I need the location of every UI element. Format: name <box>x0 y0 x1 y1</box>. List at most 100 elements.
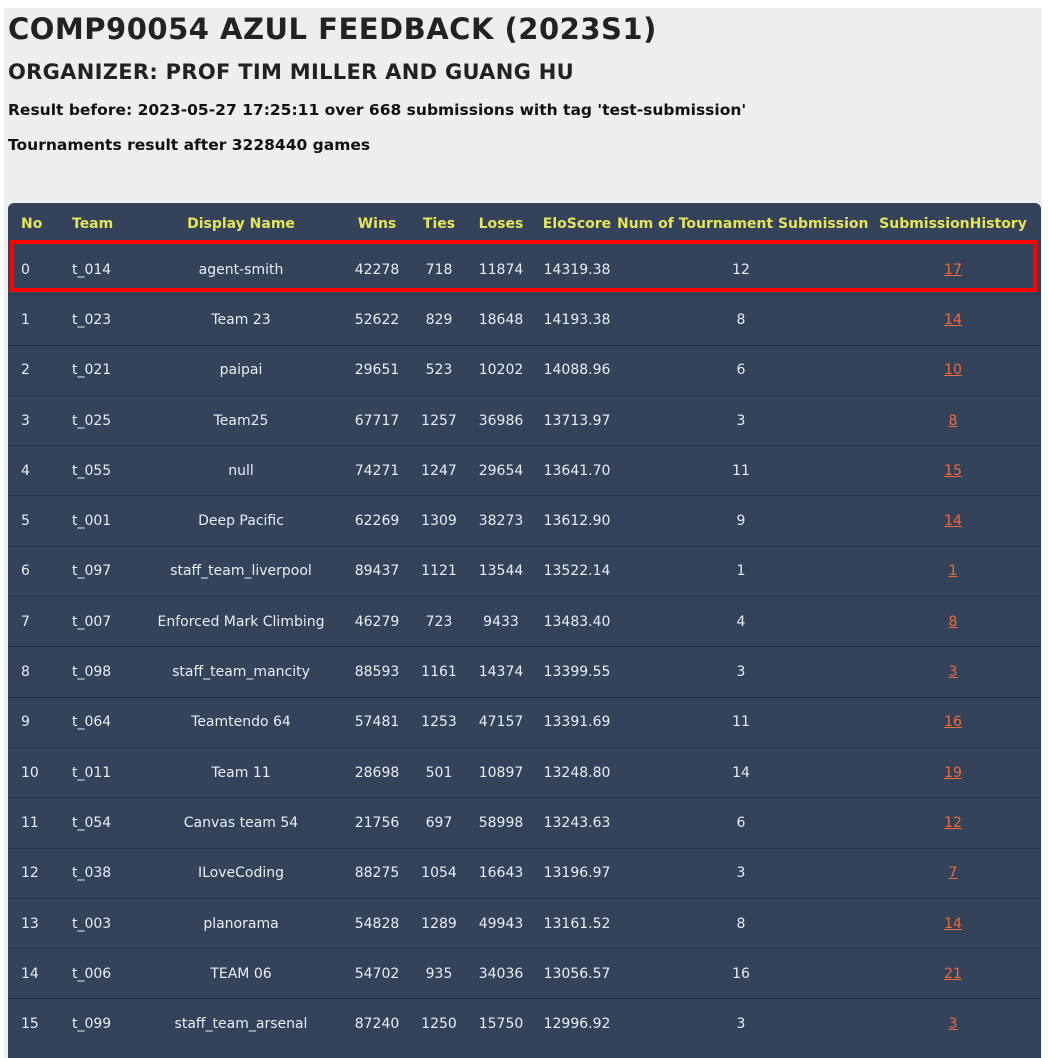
column-header-eloscore: EloScore <box>542 216 612 232</box>
cell-wins: 42278 <box>354 261 400 278</box>
cell-wins: 89437 <box>341 545 413 597</box>
cell-num-submissions: 11 <box>617 445 865 496</box>
submission-history-link[interactable]: 7 <box>949 865 958 881</box>
cell-loses: 11874 <box>478 261 524 278</box>
table-row: 9 t_064 Teamtendo 64 57481 1253 47157 13391.69… <box>8 696 1041 748</box>
cell-num-submissions: 3 <box>617 394 865 446</box>
cell-eloscore: 13391.69 <box>537 696 617 748</box>
cell-wins: 21756 <box>341 797 413 849</box>
cell-display-name: null <box>141 445 341 496</box>
cell-display-name: staff_team_arsenal <box>141 998 341 1049</box>
cell-team: t_099 <box>66 998 141 1049</box>
table-row: 3 t_025 Team25 67717 1257 36986 13713.97 3 8 <box>8 394 1041 446</box>
cell-num-submissions: 1 <box>617 545 865 597</box>
cell-loses: 36986 <box>465 394 537 446</box>
cell-num-submissions: 16 <box>617 948 865 999</box>
submission-history-link[interactable]: 10 <box>944 362 962 378</box>
submission-history-link[interactable]: 3 <box>949 664 958 680</box>
submission-history-link[interactable]: 12 <box>944 815 962 831</box>
cell-submission-history: 3 <box>865 998 1041 1049</box>
table-row: 10 t_011 Team 11 28698 501 10897 13248.80 14 19 <box>8 746 1041 798</box>
cell-wins: 74271 <box>341 445 413 496</box>
cell-num-submissions: 11 <box>617 696 865 748</box>
cell-submission-history: 8 <box>865 394 1041 446</box>
cell-no: 0 <box>21 261 30 278</box>
table-row: 15 t_099 staff_team_arsenal 87240 1250 15750 1… <box>8 998 1041 1049</box>
submission-history-link[interactable]: 15 <box>944 463 962 479</box>
cell-team: t_003 <box>66 897 141 949</box>
cell-eloscore: 13483.40 <box>537 596 617 647</box>
cell-no: 12 <box>8 847 66 899</box>
submission-history-link[interactable]: 16 <box>944 714 962 730</box>
cell-submission-history: 15 <box>865 445 1041 496</box>
results-table-container: No Team Display Name Wins Ties Loses EloScore N… <box>8 203 1041 1058</box>
cell-wins: 52622 <box>341 294 413 346</box>
cell-eloscore: 14088.96 <box>537 344 617 396</box>
cell-display-name: Deep Pacific <box>141 495 341 547</box>
cell-team: t_097 <box>66 545 141 597</box>
submission-history-link[interactable]: 3 <box>949 1016 958 1032</box>
table-row: 12 t_038 ILoveCoding 88275 1054 16643 13196.97… <box>8 847 1041 899</box>
table-row: 1 t_023 Team 23 52622 829 18648 14193.38 8 14 <box>8 294 1041 346</box>
cell-submission-history: 1 <box>865 545 1041 597</box>
table-header-row: No Team Display Name Wins Ties Loses EloScore N… <box>8 203 1041 245</box>
cell-loses: 34036 <box>465 948 537 999</box>
submission-history-link[interactable]: 17 <box>944 262 962 278</box>
cell-ties: 718 <box>425 261 453 278</box>
cell-num-submissions: 3 <box>617 847 865 899</box>
cell-loses: 15750 <box>465 998 537 1049</box>
cell-team: t_011 <box>66 746 141 798</box>
cell-eloscore: 13243.63 <box>537 797 617 849</box>
cell-submission-history: 14 <box>865 294 1041 346</box>
cell-eloscore: 13196.97 <box>537 847 617 899</box>
cell-loses: 13544 <box>465 545 537 597</box>
cell-loses: 10897 <box>465 746 537 798</box>
table-row: 8 t_098 staff_team_mancity 88593 1161 14374 13… <box>8 646 1041 698</box>
cell-no: 10 <box>8 746 66 798</box>
cell-loses: 18648 <box>465 294 537 346</box>
cell-no: 6 <box>8 545 66 597</box>
cell-wins: 87240 <box>341 998 413 1049</box>
cell-wins: 54702 <box>341 948 413 999</box>
cell-wins: 54828 <box>341 897 413 949</box>
table-row: 4 t_055 null 74271 1247 29654 13641.70 11 15 <box>8 445 1041 496</box>
table-row: 14 t_006 TEAM 06 54702 935 34036 13056.57 16 21 <box>8 948 1041 999</box>
cell-display-name: TEAM 06 <box>141 948 341 999</box>
cell-loses: 38273 <box>465 495 537 547</box>
cell-no: 3 <box>8 394 66 446</box>
result-summary: Result before: 2023-05-27 17:25:11 over … <box>8 101 747 119</box>
cell-wins: 28698 <box>341 746 413 798</box>
submission-history-link[interactable]: 8 <box>949 413 958 429</box>
cell-submission-history: 10 <box>865 344 1041 396</box>
cell-submission-history: 16 <box>865 696 1041 748</box>
cell-display-name: paipai <box>141 344 341 396</box>
submission-history-link[interactable]: 1 <box>949 563 958 579</box>
cell-submission-history: 14 <box>865 495 1041 547</box>
submission-history-link[interactable]: 14 <box>944 513 962 529</box>
cell-team: t_054 <box>66 797 141 849</box>
table-row: 7 t_007 Enforced Mark Climbing 46279 723 9433… <box>8 596 1041 647</box>
cell-ties: 1247 <box>413 445 465 496</box>
cell-loses: 47157 <box>465 696 537 748</box>
cell-eloscore: 13056.57 <box>537 948 617 999</box>
cell-loses: 58998 <box>465 797 537 849</box>
cell-num-submissions: 8 <box>617 294 865 346</box>
cell-display-name: Team 23 <box>141 294 341 346</box>
cell-num-submissions: 8 <box>617 897 865 949</box>
submission-history-link[interactable]: 8 <box>949 614 958 630</box>
cell-display-name: Enforced Mark Climbing <box>141 596 341 647</box>
submission-history-link[interactable]: 14 <box>944 312 962 328</box>
cell-num-submissions: 12 <box>732 261 750 278</box>
table-row: 5 t_001 Deep Pacific 62269 1309 38273 13612.90… <box>8 495 1041 547</box>
cell-no: 13 <box>8 897 66 949</box>
submission-history-link[interactable]: 19 <box>944 765 962 781</box>
cell-wins: 62269 <box>341 495 413 547</box>
cell-team: t_014 <box>72 261 112 278</box>
cell-submission-history: 17 <box>865 245 1041 295</box>
cell-ties: 1250 <box>413 998 465 1049</box>
cell-no: 5 <box>8 495 66 547</box>
cell-loses: 49943 <box>465 897 537 949</box>
submission-history-link[interactable]: 14 <box>944 916 962 932</box>
column-header-display-name: Display Name <box>187 216 295 232</box>
submission-history-link[interactable]: 21 <box>944 966 962 982</box>
